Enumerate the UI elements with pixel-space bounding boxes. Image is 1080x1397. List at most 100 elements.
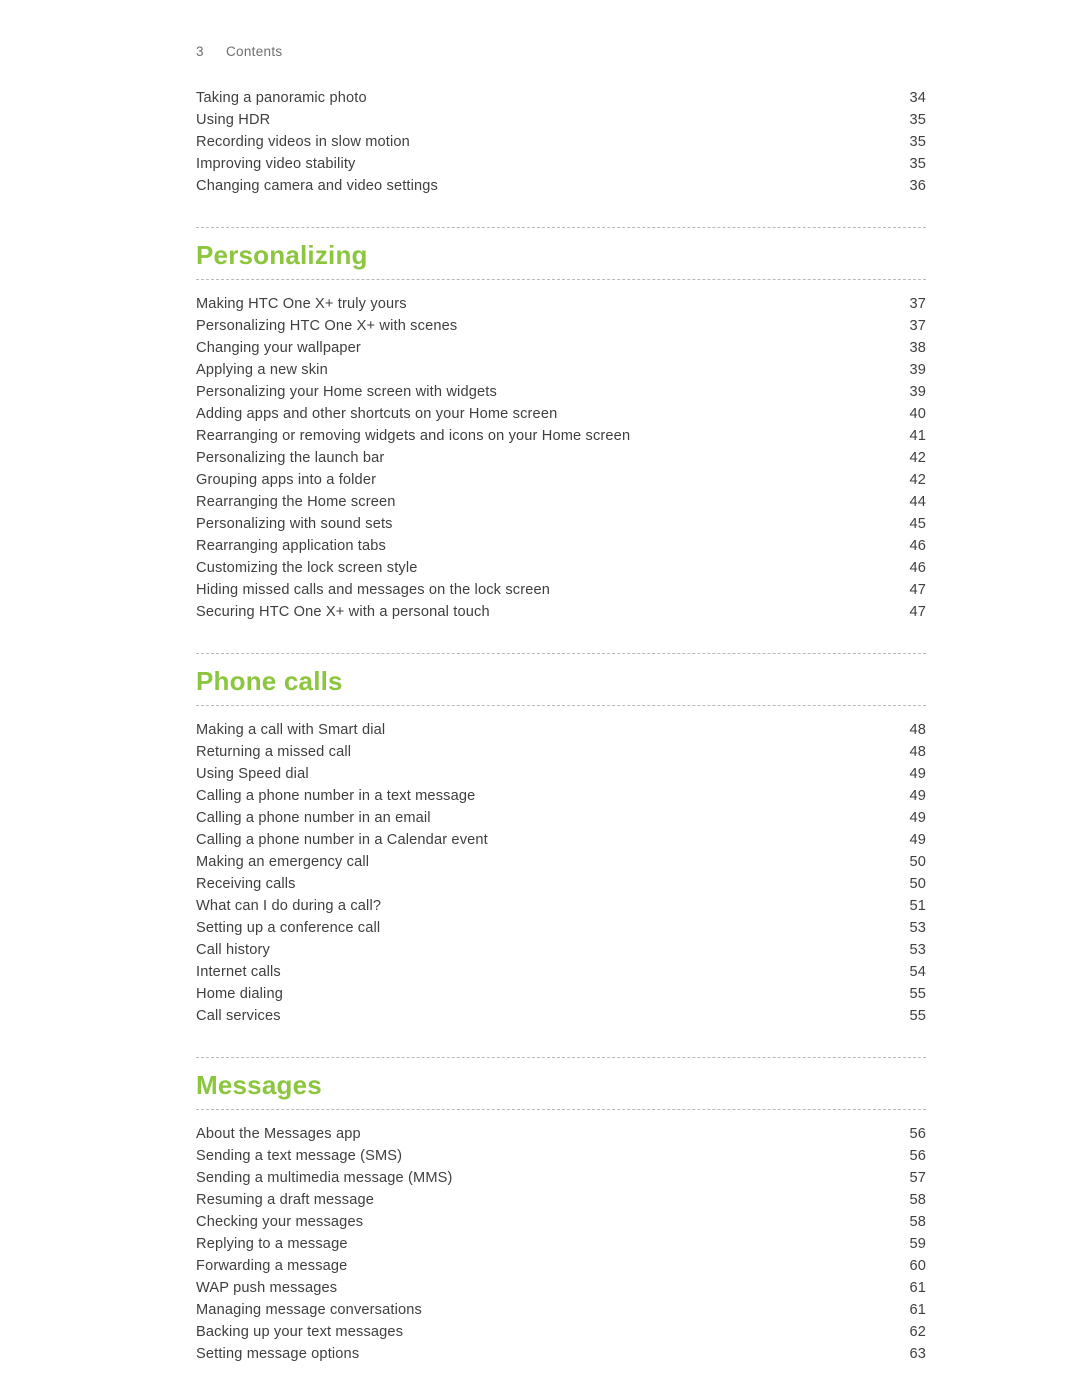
toc-entry-page: 37	[909, 318, 926, 334]
toc-section-header: Personalizing	[196, 227, 926, 280]
toc-entry[interactable]: Rearranging application tabs 46	[196, 535, 926, 557]
toc-entry-title: Taking a panoramic photo	[196, 90, 367, 106]
toc-entry[interactable]: Grouping apps into a folder 42	[196, 469, 926, 491]
toc-entry[interactable]: Adding apps and other shortcuts on your …	[196, 403, 926, 425]
toc-entry-page: 35	[909, 112, 926, 128]
toc-entry[interactable]: Sending a text message (SMS) 56	[196, 1145, 926, 1167]
section-divider-top	[196, 227, 926, 228]
toc-entry-title: Sending a text message (SMS)	[196, 1148, 403, 1164]
toc-entry-page: 34	[909, 90, 926, 106]
toc-entry[interactable]: Rearranging or removing widgets and icon…	[196, 425, 926, 447]
toc-entry-title: Recording videos in slow motion	[196, 134, 410, 150]
toc-entry[interactable]: Calling a phone number in a text message…	[196, 785, 926, 807]
toc-entry-title: Forwarding a message	[196, 1258, 348, 1274]
toc-section-title[interactable]: Messages	[196, 1070, 926, 1109]
toc-entry[interactable]: About the Messages app 56	[196, 1123, 926, 1145]
toc-entry[interactable]: Taking a panoramic photo 34	[196, 87, 926, 109]
toc-entry[interactable]: Forwarding a message 60	[196, 1255, 926, 1277]
toc-section-title[interactable]: Phone calls	[196, 666, 926, 705]
toc-entry[interactable]: Replying to a message 59	[196, 1233, 926, 1255]
page-number: 3	[196, 44, 204, 59]
toc-entry-page: 55	[909, 1008, 926, 1024]
toc-entry-page: 56	[909, 1148, 926, 1164]
toc-entry[interactable]: Improving video stability 35	[196, 153, 926, 175]
toc-entry-title: What can I do during a call?	[196, 898, 382, 914]
toc-entry-title: Personalizing your Home screen with widg…	[196, 384, 497, 400]
toc-entry-page: 42	[909, 472, 926, 488]
section-divider	[196, 279, 926, 280]
toc-entry-title: Home dialing	[196, 986, 283, 1002]
toc-entry-title: Internet calls	[196, 964, 281, 980]
toc-entry-page: 39	[909, 384, 926, 400]
toc-entry-title: Call services	[196, 1008, 281, 1024]
toc-entry[interactable]: Personalizing HTC One X+ with scenes 37	[196, 315, 926, 337]
toc-entry-title: Securing HTC One X+ with a personal touc…	[196, 604, 490, 620]
section-divider	[196, 1109, 926, 1110]
toc-entry[interactable]: Call history 53	[196, 939, 926, 961]
toc-top-entries: Taking a panoramic photo 34 Using HDR 35 Rec…	[196, 87, 926, 197]
toc-entry[interactable]: Personalizing your Home screen with widg…	[196, 381, 926, 403]
toc-entry[interactable]: Changing your wallpaper 38	[196, 337, 926, 359]
toc-entry-page: 53	[909, 920, 926, 936]
toc-entry[interactable]: WAP push messages 61	[196, 1277, 926, 1299]
toc-entry-page: 61	[909, 1302, 926, 1318]
toc-entry[interactable]: Personalizing with sound sets 45	[196, 513, 926, 535]
toc-entry[interactable]: Setting message options 63	[196, 1343, 926, 1365]
toc-entry-title: Returning a missed call	[196, 744, 352, 760]
toc-entry-page: 62	[909, 1324, 926, 1340]
toc-entry[interactable]: Personalizing the launch bar 42	[196, 447, 926, 469]
toc-entry-title: Improving video stability	[196, 156, 356, 172]
toc-entry[interactable]: Rearranging the Home screen 44	[196, 491, 926, 513]
toc-entry-page: 48	[909, 722, 926, 738]
toc-entry[interactable]: Calling a phone number in a Calendar eve…	[196, 829, 926, 851]
toc-entry-page: 61	[909, 1280, 926, 1296]
toc-entry[interactable]: Securing HTC One X+ with a personal touc…	[196, 601, 926, 623]
toc-entry[interactable]: Sending a multimedia message (MMS) 57	[196, 1167, 926, 1189]
toc-entry-page: 55	[909, 986, 926, 1002]
toc-entry[interactable]: Customizing the lock screen style 46	[196, 557, 926, 579]
toc-entry[interactable]: Calling a phone number in an email 49	[196, 807, 926, 829]
section-divider-top	[196, 1057, 926, 1058]
toc-entry[interactable]: Making an emergency call 50	[196, 851, 926, 873]
toc-entry-title: About the Messages app	[196, 1126, 361, 1142]
toc-entry[interactable]: Home dialing 55	[196, 983, 926, 1005]
toc-entry-title: Rearranging or removing widgets and icon…	[196, 428, 631, 444]
toc-entry[interactable]: Making a call with Smart dial 48	[196, 719, 926, 741]
toc-entry[interactable]: Resuming a draft message 58	[196, 1189, 926, 1211]
toc-entry-page: 51	[909, 898, 926, 914]
toc-entry-title: Personalizing the launch bar	[196, 450, 385, 466]
toc-entry-title: Sending a multimedia message (MMS)	[196, 1170, 453, 1186]
toc-entry-title: Resuming a draft message	[196, 1192, 374, 1208]
toc-entry-title: Using HDR	[196, 112, 271, 128]
toc-entry[interactable]: Checking your messages 58	[196, 1211, 926, 1233]
toc-entry-title: Changing your wallpaper	[196, 340, 361, 356]
toc-section-title[interactable]: Personalizing	[196, 240, 926, 279]
toc-section: Personalizing Making HTC One X+ truly you…	[196, 227, 926, 623]
toc-entry[interactable]: Recording videos in slow motion 35	[196, 131, 926, 153]
toc-entry[interactable]: Changing camera and video settings 36	[196, 175, 926, 197]
toc-entry[interactable]: Hiding missed calls and messages on the …	[196, 579, 926, 601]
toc-entry-title: Setting up a conference call	[196, 920, 381, 936]
toc-entry[interactable]: Backing up your text messages 62	[196, 1321, 926, 1343]
toc-entry-page: 50	[909, 854, 926, 870]
toc-entry[interactable]: Using HDR 35	[196, 109, 926, 131]
toc-entry[interactable]: Receiving calls 50	[196, 873, 926, 895]
toc-entry[interactable]: What can I do during a call? 51	[196, 895, 926, 917]
toc-entry-page: 45	[909, 516, 926, 532]
toc-entry[interactable]: Call services 55	[196, 1005, 926, 1027]
toc-entry[interactable]: Making HTC One X+ truly yours 37	[196, 293, 926, 315]
toc-entry-page: 47	[909, 582, 926, 598]
toc-entry-title: Rearranging the Home screen	[196, 494, 396, 510]
toc-section-entries: Making HTC One X+ truly yours 37 Personali…	[196, 293, 926, 623]
toc-entry[interactable]: Internet calls 54	[196, 961, 926, 983]
toc-entry[interactable]: Setting up a conference call 53	[196, 917, 926, 939]
toc-entry[interactable]: Applying a new skin 39	[196, 359, 926, 381]
toc-entry[interactable]: Using Speed dial 49	[196, 763, 926, 785]
toc-entry-title: Hiding missed calls and messages on the …	[196, 582, 551, 598]
toc-entry-page: 53	[909, 942, 926, 958]
toc-entry-page: 49	[909, 810, 926, 826]
toc-entry[interactable]: Managing message conversations 61	[196, 1299, 926, 1321]
toc-entry[interactable]: Returning a missed call 48	[196, 741, 926, 763]
toc-section-entries: Making a call with Smart dial 48 Returning…	[196, 719, 926, 1027]
toc-entry-title: Personalizing HTC One X+ with scenes	[196, 318, 458, 334]
